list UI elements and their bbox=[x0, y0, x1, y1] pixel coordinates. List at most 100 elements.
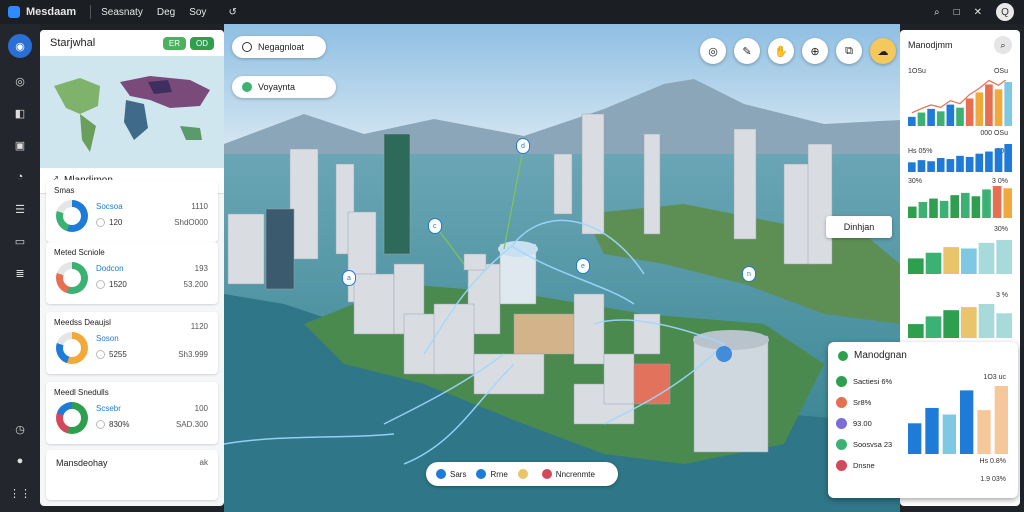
chart-bar bbox=[965, 156, 974, 172]
chart-icon[interactable]: ◔ bbox=[11, 168, 29, 186]
calendar-icon[interactable]: ▣ bbox=[11, 136, 29, 154]
popup-header: Manodgnan bbox=[838, 350, 907, 361]
chart-bar bbox=[908, 206, 917, 218]
refresh-icon[interactable]: ↺ bbox=[228, 7, 236, 18]
chart-bar bbox=[936, 111, 945, 126]
chart-bar bbox=[985, 151, 993, 172]
donut-chart bbox=[56, 262, 88, 294]
list-icon[interactable]: ≣ bbox=[11, 264, 29, 282]
copy-icon[interactable]: ⧉ bbox=[836, 38, 862, 64]
popup-legend-item[interactable]: Sr8% bbox=[836, 395, 892, 410]
popup-legend-item[interactable]: Sactiesi 6% bbox=[836, 374, 892, 389]
search-icon[interactable]: ⌕ bbox=[994, 36, 1012, 54]
right-chart-1 bbox=[908, 80, 1012, 126]
document-icon[interactable]: ☰ bbox=[11, 200, 29, 218]
summary-card-title: Mansdeohay bbox=[56, 458, 108, 468]
chart-bar bbox=[996, 240, 1012, 274]
metric-card[interactable]: Meedl Snedulls Scsebr 100 830% SAD.300 bbox=[46, 382, 218, 444]
chart-bar bbox=[965, 98, 974, 126]
app-logo[interactable]: Mesdaam bbox=[8, 6, 76, 18]
right-chart-4 bbox=[908, 240, 1012, 274]
legend-chip-label: Rrne bbox=[490, 469, 508, 479]
window-icon[interactable]: □ bbox=[954, 7, 960, 18]
legend-chip-1[interactable]: Rrne bbox=[476, 469, 508, 479]
zoom-icon[interactable]: ⊕ bbox=[802, 38, 828, 64]
legend-chip-2[interactable] bbox=[517, 469, 532, 479]
map-toolbar: ◎ ✎ ✋ ⊕ ⧉ ☁ bbox=[700, 38, 896, 64]
chart-bar bbox=[996, 313, 1012, 338]
right-chart-5 bbox=[908, 304, 1012, 338]
map-search-chip[interactable]: Negagnloat bbox=[232, 36, 326, 58]
pill-1[interactable]: OD bbox=[190, 36, 214, 50]
metric-card-title: Meedl Snedulls bbox=[54, 388, 109, 397]
chat-icon[interactable]: ▭ bbox=[11, 232, 29, 250]
chart-bar bbox=[925, 252, 942, 274]
chart-bar bbox=[908, 116, 916, 126]
map-area-label[interactable]: Dinhjan bbox=[826, 216, 892, 238]
legend-dot-icon bbox=[836, 397, 847, 408]
chart-bar bbox=[961, 192, 970, 218]
chart-bar bbox=[908, 324, 924, 338]
legend-chip-label: Nncrenmte bbox=[555, 469, 595, 479]
chart-bar bbox=[946, 159, 955, 172]
menu-item-1[interactable]: Deg bbox=[157, 7, 175, 18]
avatar[interactable]: Q bbox=[996, 3, 1014, 21]
chart-bar bbox=[956, 155, 964, 172]
legend-chip-0[interactable]: Sars bbox=[436, 469, 466, 479]
metric-card[interactable]: Meedss Deaujsl 1120 Soson 5255 Sh3.999 bbox=[46, 312, 218, 374]
popup-bar bbox=[908, 423, 922, 454]
search-icon[interactable]: ⌕ bbox=[934, 7, 940, 18]
popup-bar bbox=[977, 410, 991, 454]
menu-item-2[interactable]: Soy bbox=[189, 7, 206, 18]
map-marker-2[interactable]: a bbox=[342, 270, 356, 286]
chart1-labels: 1OSu OSu bbox=[908, 68, 1008, 75]
logo-icon bbox=[8, 6, 20, 18]
target-icon[interactable]: ◎ bbox=[700, 38, 726, 64]
status-dot-icon bbox=[96, 218, 105, 227]
compass-icon[interactable]: ◎ bbox=[11, 72, 29, 90]
home-icon[interactable]: ◉ bbox=[8, 34, 32, 58]
clock-icon[interactable]: ◷ bbox=[11, 420, 29, 438]
metric-row: 1520 bbox=[96, 280, 127, 289]
metric-row: Dodcon bbox=[96, 264, 124, 273]
metric-row: 830% bbox=[96, 420, 129, 429]
pen-icon[interactable]: ✎ bbox=[734, 38, 760, 64]
detail-popup[interactable]: Manodgnan Sactiesi 6% Sr8% 93.00 Soosvsa 23… bbox=[828, 342, 1018, 498]
pill-0[interactable]: ER bbox=[162, 36, 186, 50]
grid-icon[interactable]: ⋮⋮ bbox=[9, 484, 31, 502]
chart-bar bbox=[975, 92, 984, 126]
popup-legend-item[interactable]: Soosvsa 23 bbox=[836, 437, 892, 452]
close-icon[interactable]: ✕ bbox=[974, 7, 982, 18]
metric-card-title: Meedss Deaujsl bbox=[54, 318, 111, 327]
popup-bar bbox=[942, 414, 956, 454]
chart-bar bbox=[946, 104, 955, 126]
legend-chip-3[interactable]: Nncrenmte bbox=[541, 469, 595, 479]
chart-bar bbox=[978, 242, 995, 274]
summary-card[interactable]: Mansdeohay ak bbox=[46, 450, 218, 500]
map-layer-chip[interactable]: Voyaynta bbox=[232, 76, 336, 98]
metric-card[interactable]: Smas Socsoa 1110 120 ShdO000 bbox=[46, 180, 218, 242]
legend-dot-icon bbox=[436, 469, 446, 479]
map-marker-0[interactable]: d bbox=[516, 138, 530, 154]
right-chart-2 bbox=[908, 144, 1012, 172]
world-map-thumbnail[interactable] bbox=[40, 56, 224, 168]
map-marker-1[interactable]: c bbox=[428, 218, 442, 234]
popup-legend-label: Dnsne bbox=[853, 461, 875, 470]
metric-value: 100 bbox=[194, 404, 208, 413]
map-marker-3[interactable]: e bbox=[576, 258, 590, 274]
location-icon bbox=[242, 42, 252, 52]
popup-legend-item[interactable]: Dnsne bbox=[836, 458, 892, 473]
menu-item-0[interactable]: Seasnaty bbox=[101, 7, 143, 18]
header-pills: ER OD bbox=[162, 36, 214, 50]
left-panel-title: Starjwhal bbox=[50, 37, 96, 49]
hand-icon[interactable]: ✋ bbox=[768, 38, 794, 64]
map-marker-4[interactable]: n bbox=[742, 266, 756, 282]
cloud-icon[interactable]: ☁ bbox=[870, 38, 896, 64]
nav-rail: ◉ ◎ ◧ ▣ ◔ ☰ ▭ ≣ ◷ ● ⋮⋮ bbox=[0, 24, 40, 512]
popup-legend-item[interactable]: 93.00 bbox=[836, 416, 892, 431]
user-icon[interactable]: ● bbox=[11, 452, 29, 470]
chart-bar bbox=[975, 153, 984, 172]
metric-card[interactable]: Meted Scniole Dodcon 193 1520 53.200 bbox=[46, 242, 218, 304]
popup-legend-label: 93.00 bbox=[853, 419, 872, 428]
layers-icon[interactable]: ◧ bbox=[11, 104, 29, 122]
